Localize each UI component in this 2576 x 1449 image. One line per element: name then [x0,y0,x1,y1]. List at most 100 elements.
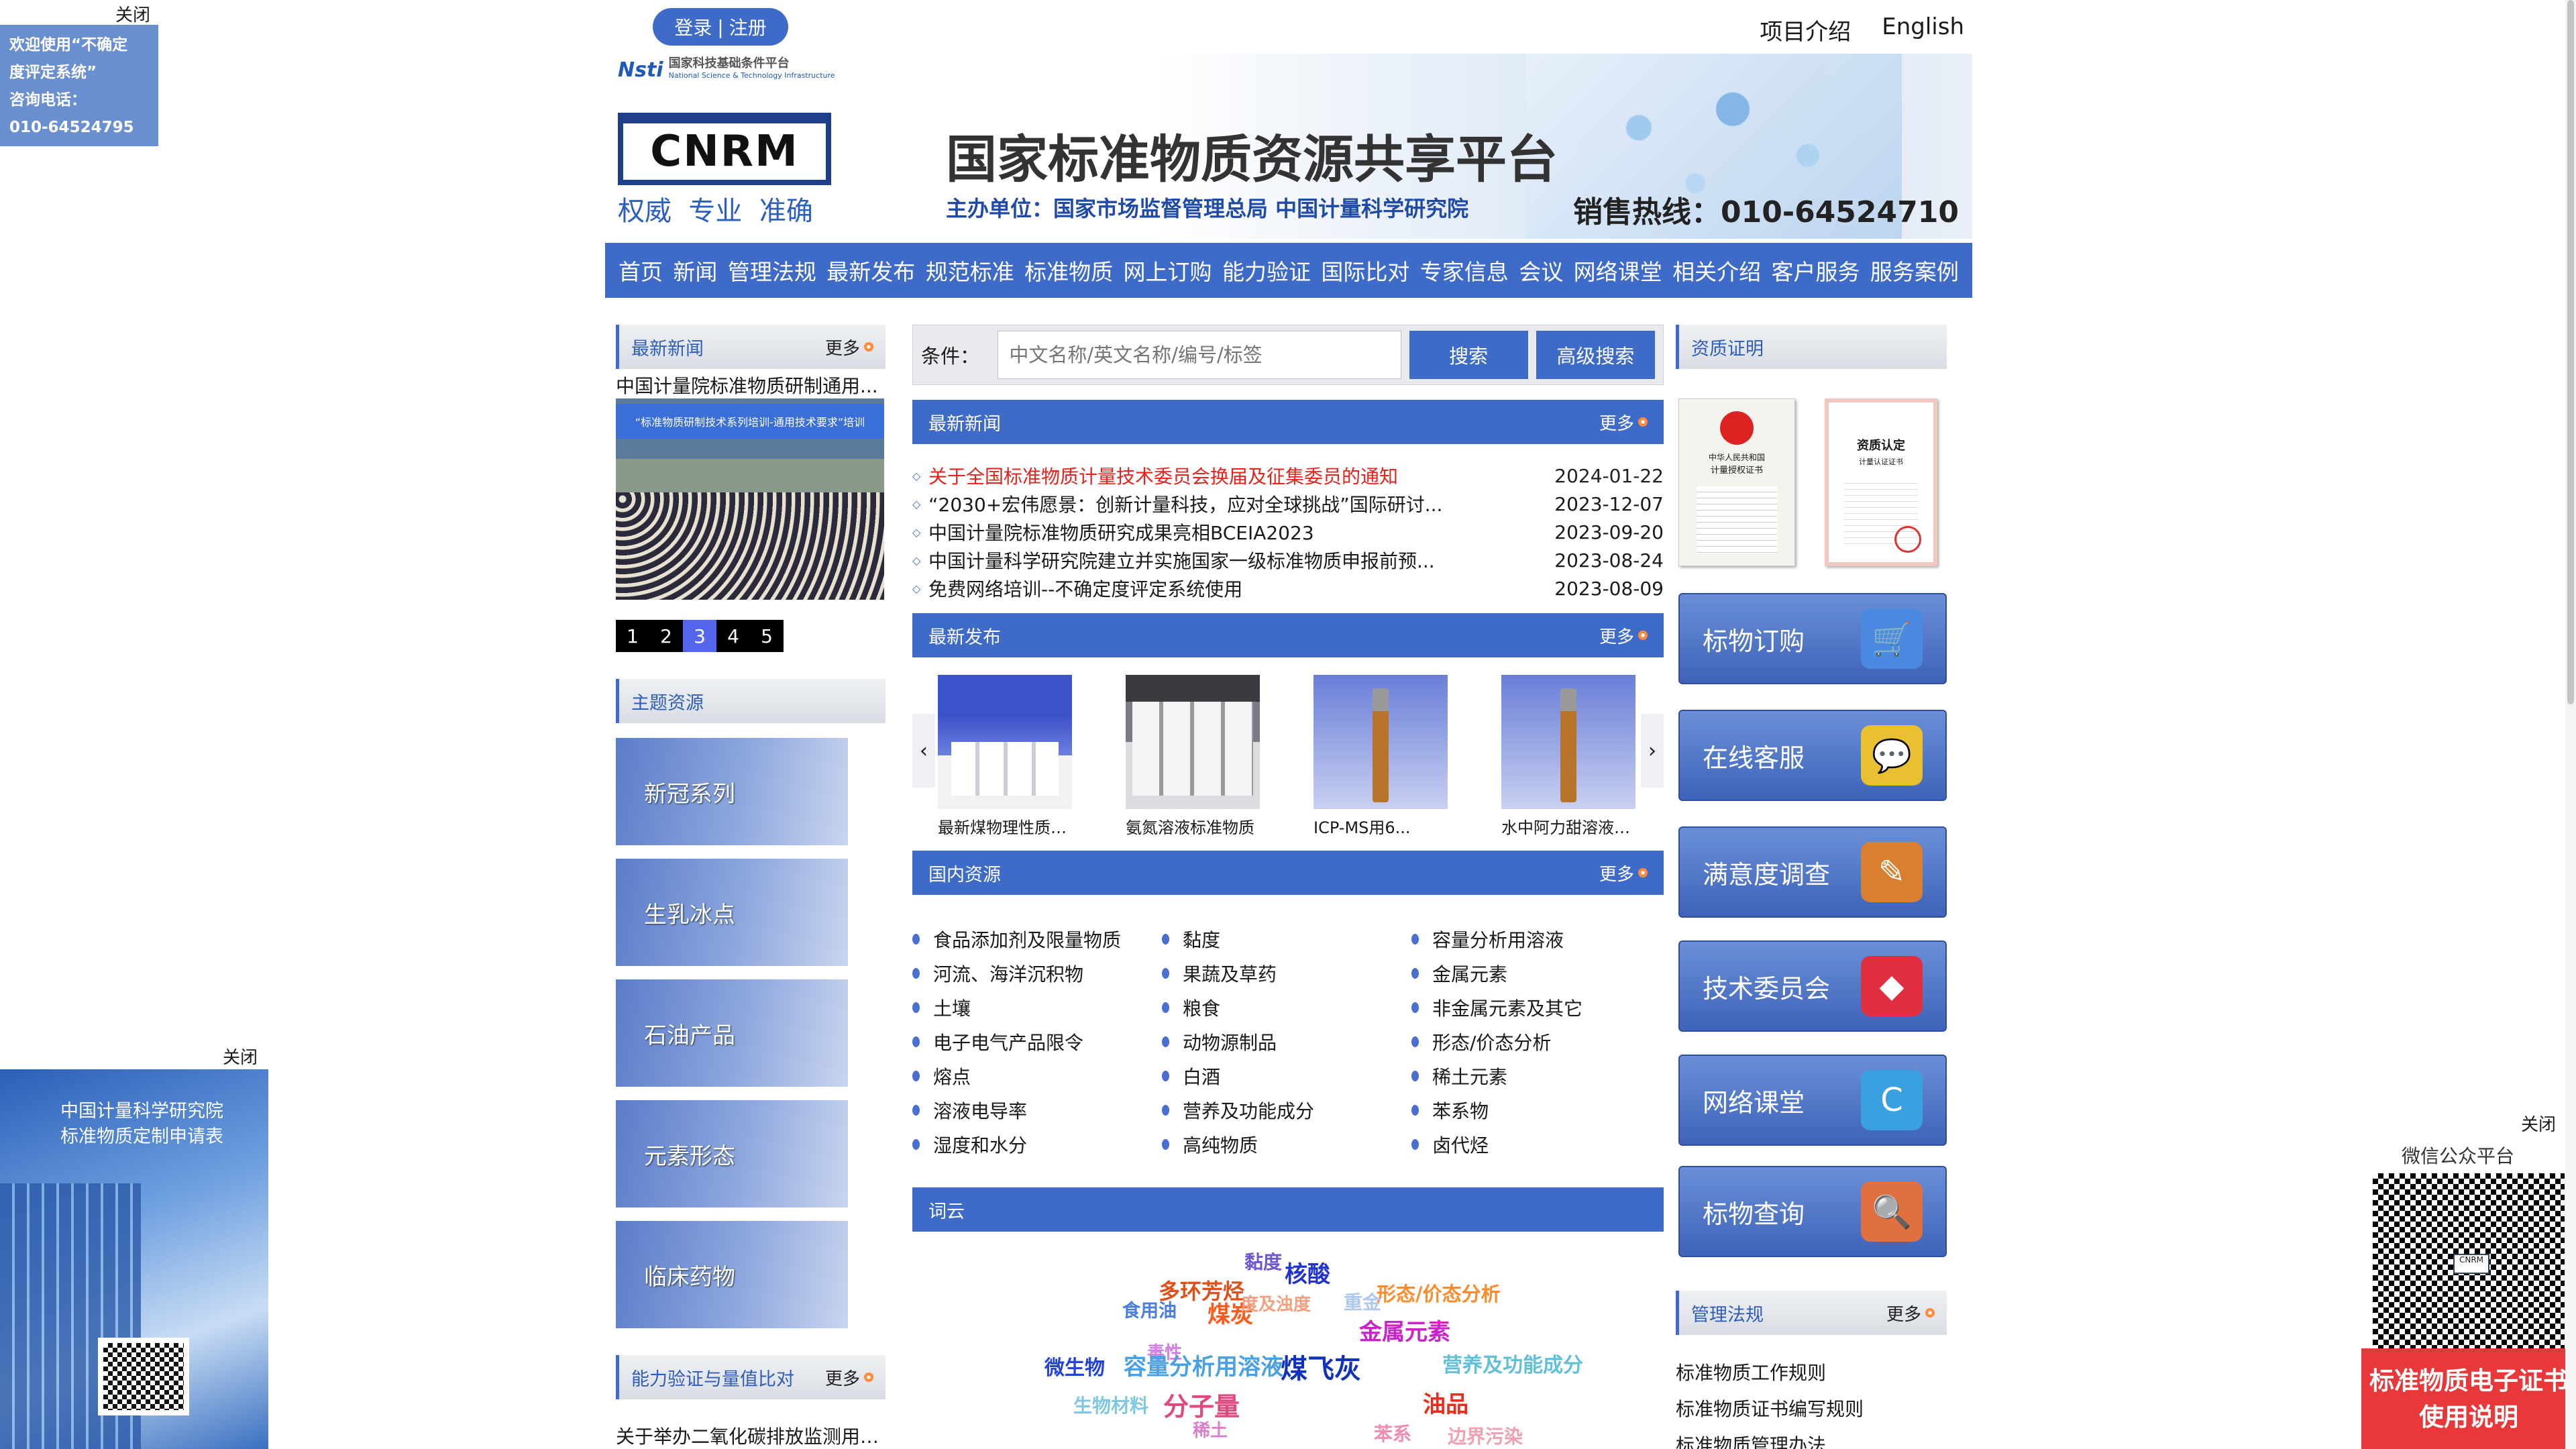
custom-form-banner[interactable]: 中国计量科学研究院 标准物质定制申请表 [0,1069,268,1449]
tag-link[interactable]: 形态/价态分析 [1377,1279,1501,1307]
resource-item[interactable]: 容量分析用溶液 [1411,922,1660,956]
nav-online-class[interactable]: 网络课堂 [1574,254,1662,286]
nav-proficiency[interactable]: 能力验证 [1222,254,1311,286]
carousel-prev-button[interactable]: ‹ [912,714,935,788]
theme-clinical[interactable]: 临床药物 [616,1221,848,1328]
nav-order[interactable]: 网上订购 [1124,254,1212,286]
nav-reference-materials[interactable]: 标准物质 [1024,254,1113,286]
pager-4[interactable]: 4 [716,620,750,652]
theme-petroleum[interactable]: 石油产品 [616,979,848,1087]
resource-item[interactable]: 食品添加剂及限量物质 [912,922,1161,956]
nav-home[interactable]: 首页 [619,254,663,286]
release-item[interactable]: 最新煤物理性质和... [938,675,1079,838]
theme-speciation[interactable]: 元素形态 [616,1100,848,1208]
certificate-image[interactable]: 资质认定 计量认证证书 [1825,398,1937,566]
release-item[interactable]: 水中阿力甜溶液标... [1501,675,1642,838]
close-link[interactable]: 关闭 [223,1044,258,1069]
pager-5[interactable]: 5 [750,620,784,652]
nav-regulations[interactable]: 管理法规 [728,254,816,286]
service-query-button[interactable]: 标物查询 🔍 [1678,1166,1947,1257]
tag-link[interactable]: 营养及功能成分 [1442,1348,1583,1378]
resource-item[interactable]: 非金属元素及其它 [1411,990,1660,1024]
resource-item[interactable]: 形态/价态分析 [1411,1024,1660,1059]
resource-item[interactable]: 高纯物质 [1162,1127,1410,1161]
nav-latest[interactable]: 最新发布 [826,254,915,286]
news-item[interactable]: ◇ “2030+宏伟愿景：创新计量科技，应对全球挑战”国际研讨... 2023-12… [912,490,1664,518]
tag-link[interactable]: 核酸 [1285,1256,1330,1289]
close-link[interactable]: 关闭 [2521,1111,2556,1136]
nav-news[interactable]: 新闻 [673,254,717,286]
tag-link[interactable]: 煤飞灰 [1281,1347,1361,1386]
nav-experts[interactable]: 专家信息 [1420,254,1509,286]
resource-item[interactable]: 动物源制品 [1162,1024,1410,1059]
tag-link[interactable]: 金属元素 [1359,1313,1450,1346]
resource-item[interactable]: 果蔬及草药 [1162,956,1410,990]
resource-item[interactable]: 粮食 [1162,990,1410,1024]
service-order-button[interactable]: 标物订购 🛒 [1678,593,1947,684]
news-item[interactable]: ◇ 中国计量院标准物质研究成果亮相BCEIA2023 2023-09-20 [912,518,1664,546]
left-news-headline[interactable]: 中国计量院标准物质研制通用... [616,372,885,398]
tag-link[interactable]: 油品 [1423,1386,1468,1419]
tag-link[interactable]: 重金 [1344,1288,1381,1315]
e-cert-banner[interactable]: 标准物质电子证书 使用说明 [2361,1348,2576,1449]
tag-link[interactable]: 微生物 [1044,1351,1105,1381]
resource-item[interactable]: 溶液电导率 [912,1093,1161,1127]
pager-1[interactable]: 1 [616,620,649,652]
release-item[interactable]: 氨氮溶液标准物质 [1126,675,1267,838]
service-chat-button[interactable]: 在线客服 💬 [1678,710,1947,801]
news-item[interactable]: ◇ 免费网络培训--不确定度评定系统使用 2023-08-09 [912,574,1664,602]
nav-cases[interactable]: 服务案例 [1870,254,1959,286]
resource-item[interactable]: 苯系物 [1411,1093,1660,1127]
resource-item[interactable]: 稀土元素 [1411,1059,1660,1093]
more-link[interactable]: 更多 [825,335,873,360]
tag-link[interactable]: 稀土 [1193,1417,1228,1442]
nav-standards[interactable]: 规范标准 [926,254,1014,286]
nav-about[interactable]: 相关介绍 [1672,254,1761,286]
scrollbar-thumb[interactable] [2567,0,2574,704]
advanced-search-button[interactable]: 高级搜索 [1536,331,1656,379]
resource-item[interactable]: 黏度 [1162,922,1410,956]
more-link[interactable]: 更多 [1599,861,1648,885]
resource-item[interactable]: 白酒 [1162,1059,1410,1093]
news-item[interactable]: ◇ 中国计量科学研究院建立并实施国家一级标准物质申报前预... 2023-08-24 [912,546,1664,574]
project-intro-link[interactable]: 项目介绍 [1760,13,1851,46]
search-input[interactable] [998,331,1401,379]
tag-link[interactable]: 生物材料 [1073,1391,1148,1418]
news-photo[interactable]: “标准物质研制技术系列培训-通用技术要求”培训 [616,398,884,600]
resource-item[interactable]: 河流、海洋沉积物 [912,956,1161,990]
tag-link[interactable]: 黏度 [1244,1248,1282,1275]
certificate-image[interactable]: 中华人民共和国 计量授权证书 [1678,398,1795,566]
resource-item[interactable]: 营养及功能成分 [1162,1093,1410,1127]
more-link[interactable]: 更多 [825,1365,873,1390]
theme-covid[interactable]: 新冠系列 [616,738,848,845]
login-link[interactable]: 登录 [674,13,712,40]
news-item[interactable]: ◇ 关于全国标准物质计量技术委员会换届及征集委员的通知 2024-01-22 [912,462,1664,490]
welcome-box[interactable]: 欢迎使用“不确定 度评定系统” 咨询电话： 010-64524795 [0,25,158,146]
scrollbar[interactable] [2565,0,2576,1449]
service-committee-button[interactable]: 技术委员会 ◆ [1678,941,1947,1032]
law-item[interactable]: 标准物质证书编写规则 [1676,1391,1864,1428]
resource-item[interactable]: 熔点 [912,1059,1161,1093]
resource-item[interactable]: 卤代烃 [1411,1127,1660,1161]
resource-item[interactable]: 土壤 [912,990,1161,1024]
english-link[interactable]: English [1882,13,1964,46]
tag-link[interactable]: 边界污染 [1448,1422,1523,1449]
tag-link[interactable]: 容量分析用溶液 [1124,1348,1283,1381]
more-link[interactable]: 更多 [1886,1301,1935,1326]
release-item[interactable]: ICP-MS用6... [1313,675,1454,838]
pager-2[interactable]: 2 [649,620,683,652]
service-class-button[interactable]: 网络课堂 C [1678,1055,1947,1146]
theme-milk[interactable]: 生乳冰点 [616,859,848,966]
law-item[interactable]: 标准物质管理办法 [1676,1428,1864,1449]
close-link[interactable]: 关闭 [115,1,150,26]
law-item[interactable]: 标准物质工作规则 [1676,1355,1864,1391]
pt-item[interactable]: 关于举办二氧化碳排放监测用标... [616,1422,885,1449]
tag-link[interactable]: 食用油 [1122,1296,1177,1322]
more-link[interactable]: 更多 [1599,410,1648,435]
resource-item[interactable]: 湿度和水分 [912,1127,1161,1161]
pager-3-active[interactable]: 3 [683,620,716,652]
tag-link[interactable]: 度及浊度 [1241,1291,1311,1316]
more-link[interactable]: 更多 [1599,623,1648,648]
tag-link[interactable]: 苯系 [1374,1419,1411,1446]
resource-item[interactable]: 电子电气产品限令 [912,1024,1161,1059]
